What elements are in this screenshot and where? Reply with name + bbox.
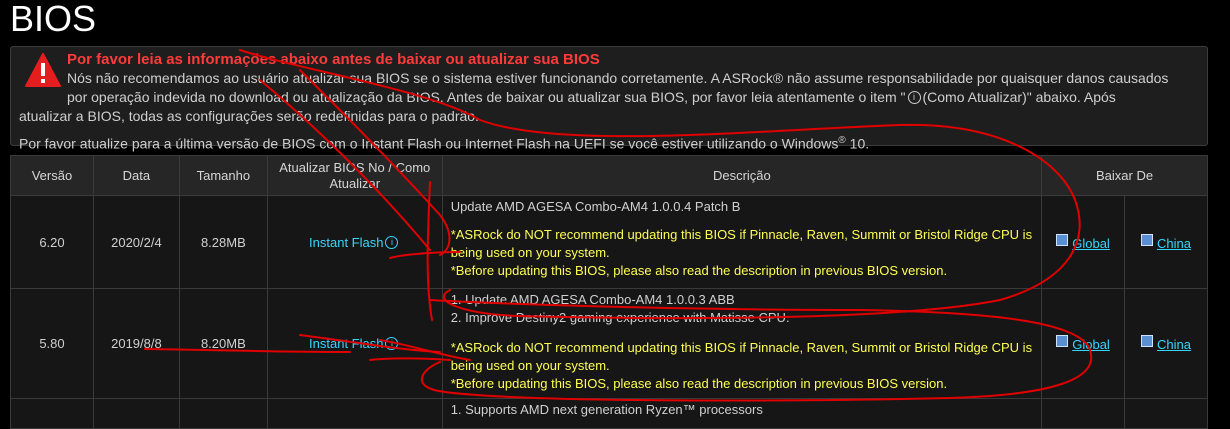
page-title: BIOS — [10, 0, 97, 39]
info-icon[interactable]: i — [385, 235, 399, 249]
row-date: 2019/8/8 — [92, 288, 180, 399]
download-global-cell: Global — [1041, 288, 1125, 399]
warning-line-2-end: (Como Atualizar)" abaixo. Após — [922, 89, 1116, 105]
download-global-link[interactable]: Global — [1072, 337, 1110, 352]
warning-box: Por favor leia as informações abaixo ant… — [10, 46, 1208, 152]
row-version: 5.80 — [10, 288, 94, 399]
table-header-row: Versão Data Tamanho Atualizar BIOS No / … — [10, 155, 1208, 196]
warning-line-2: por operação indevida no download ou atu… — [67, 89, 906, 105]
desc-warning-2: *Before updating this BIOS, please also … — [450, 263, 948, 278]
warning-line-4-end: 10. — [845, 135, 870, 152]
globe-icon — [1056, 335, 1069, 347]
table-row: 1. Supports AMD next generation Ryzen™ p… — [10, 398, 1208, 429]
info-icon: i — [907, 91, 921, 104]
globe-icon — [1141, 233, 1154, 246]
table-row: 6.20 2020/2/4 8.28MB Instant Flash i Upda… — [10, 195, 1208, 289]
row-date: 2020/2/4 — [92, 195, 180, 289]
instant-flash-link[interactable]: Instant Flash — [309, 235, 383, 250]
header-date: Data — [92, 155, 180, 196]
desc-line: 1. Update AMD AGESA Combo-AM4 1.0.0.3 AB… — [450, 292, 735, 307]
warning-title: Por favor leia as informações abaixo ant… — [67, 51, 600, 68]
instant-flash-link[interactable]: Instant Flash — [309, 336, 383, 351]
row-description: 1. Update AMD AGESA Combo-AM4 1.0.0.3 AB… — [441, 288, 1043, 399]
desc-line: 2. Improve Destiny2 gaming experience wi… — [450, 310, 790, 325]
warning-line-3: atualizar a BIOS, todas as configurações… — [19, 108, 479, 124]
info-icon[interactable]: i — [385, 337, 399, 350]
warning-line-1: Nós não recomendamos ao usuário atualiza… — [67, 70, 1169, 86]
desc-line: Update AMD AGESA Combo-AM4 1.0.0.4 Patch… — [450, 199, 741, 214]
header-description: Descrição — [441, 155, 1043, 196]
download-china-link[interactable]: China — [1157, 337, 1191, 352]
header-update: Atualizar BIOS No / Como Atualizar — [266, 155, 443, 196]
row-size: 8.28MB — [178, 195, 268, 289]
download-global-cell: Global — [1041, 195, 1125, 289]
download-global-link[interactable]: Global — [1072, 236, 1110, 251]
bios-table: Versão Data Tamanho Atualizar BIOS No / … — [10, 155, 1208, 429]
row-description: 1. Supports AMD next generation Ryzen™ p… — [441, 398, 1043, 429]
download-china-link[interactable]: China — [1157, 236, 1191, 251]
row-update-cell: Instant Flash i — [266, 195, 443, 289]
table-row: 5.80 2019/8/8 8.20MB Instant Flash i 1. U… — [10, 288, 1208, 399]
download-china-cell: China — [1124, 195, 1208, 289]
row-update-cell: Instant Flash i — [266, 288, 443, 399]
row-description: Update AMD AGESA Combo-AM4 1.0.0.4 Patch… — [441, 195, 1043, 289]
download-china-cell: China — [1124, 288, 1208, 399]
header-download: Baixar De — [1041, 155, 1208, 196]
header-version: Versão — [10, 155, 94, 196]
desc-warning-2: *Before updating this BIOS, please also … — [450, 376, 948, 391]
warning-text: Nós não recomendamos ao usuário atualiza… — [19, 69, 1179, 154]
header-size: Tamanho — [178, 155, 268, 196]
row-version: 6.20 — [10, 195, 94, 289]
registered-mark: ® — [838, 135, 846, 146]
row-size: 8.20MB — [178, 288, 268, 399]
desc-line: 1. Supports AMD next generation Ryzen™ p… — [450, 402, 763, 417]
desc-warning-1: *ASRock do NOT recommend updating this B… — [450, 340, 1033, 373]
warning-line-4: Por favor atualize para a última versão … — [19, 135, 839, 152]
globe-icon — [1141, 335, 1154, 347]
desc-warning-1: *ASRock do NOT recommend updating this B… — [450, 227, 1033, 260]
globe-icon — [1056, 233, 1069, 246]
